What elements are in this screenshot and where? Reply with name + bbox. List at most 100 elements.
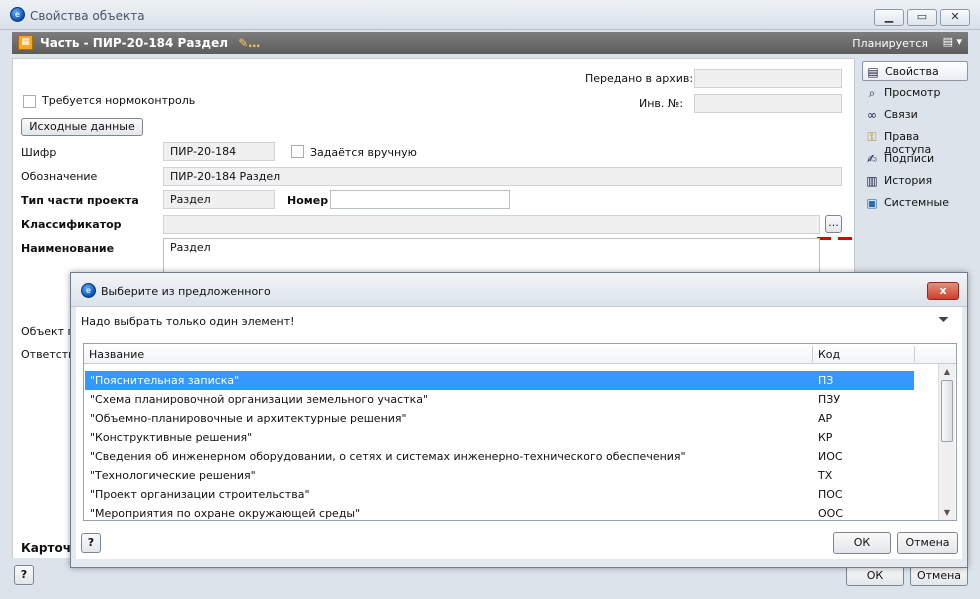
cipher-field[interactable]: ПИР-20-184 (163, 142, 275, 161)
minimize-button[interactable]: ▁ (874, 9, 904, 26)
inv-field[interactable] (694, 94, 842, 113)
table-row[interactable]: "Объемно-планировочные и архитектурные р… (85, 409, 914, 428)
responsible-label: Ответств (21, 348, 75, 361)
column-separator[interactable] (812, 346, 813, 362)
part-type-label: Тип части проекта (21, 194, 139, 207)
row-code: ПЗ (818, 374, 834, 387)
row-code: ИОС (818, 450, 843, 463)
object-status[interactable]: Планируется (852, 37, 928, 50)
archive-field[interactable] (694, 69, 842, 88)
row-code: АР (818, 412, 833, 425)
window-title: Свойства объекта (30, 9, 145, 23)
dialog-help-button[interactable]: ? (81, 533, 101, 553)
sidebar-item-label: Системные (884, 196, 949, 209)
table-row[interactable]: "Мероприятия по охране окружающей среды"… (85, 504, 914, 520)
row-name: "Технологические решения" (90, 469, 256, 482)
sidebar-item-label: Связи (884, 108, 918, 121)
scroll-down-icon[interactable]: ▼ (942, 508, 952, 518)
column-header-name[interactable]: Название (89, 348, 144, 361)
table-row[interactable]: "Конструктивные решения" КР (85, 428, 914, 447)
designation-field[interactable]: ПИР-20-184 Раздел (163, 167, 842, 186)
sidebar-item-history[interactable]: ▥ История (862, 171, 968, 191)
designation-label: Обозначение (21, 170, 98, 183)
scroll-thumb[interactable] (941, 380, 953, 442)
normcontrol-checkbox[interactable] (23, 95, 36, 108)
annotation-dash-right (838, 237, 852, 240)
ok-button[interactable]: ОК (846, 565, 904, 586)
window-close-button[interactable]: ✕ (940, 9, 970, 26)
cancel-button[interactable]: Отмена (910, 565, 968, 586)
column-separator[interactable] (914, 346, 915, 362)
row-name: "Мероприятия по охране окружающей среды" (90, 507, 361, 520)
number-field[interactable] (330, 190, 510, 209)
name-textarea[interactable]: Раздел (163, 238, 820, 274)
sidebar-item-links[interactable]: ∞ Связи (862, 105, 968, 125)
table-row[interactable]: "Проект организации строительства" ПОС (85, 485, 914, 504)
table-scrollbar[interactable]: ▲ ▼ (938, 364, 955, 520)
row-name: "Сведения об инженерном оборудовании, о … (90, 450, 686, 463)
classifier-label: Классификатор (21, 218, 122, 231)
row-name: "Пояснительная записка" (90, 374, 240, 387)
sidebar-item-properties[interactable]: ▤ Свойства (862, 61, 968, 81)
sidebar-item-label: Просмотр (884, 86, 941, 99)
key-icon: ⚿ (867, 130, 877, 144)
sidebar-item-signatures[interactable]: ✍ Подписи (862, 149, 968, 169)
part-type-field[interactable]: Раздел (163, 190, 275, 209)
dialog-close-button[interactable]: x (927, 282, 959, 300)
row-code: ПОС (818, 488, 843, 501)
system-icon: ▣ (866, 196, 878, 210)
row-name: "Схема планировочной организации земельн… (90, 393, 429, 406)
signature-icon: ✍ (866, 152, 878, 166)
inv-label: Инв. №: (639, 97, 684, 110)
number-label: Номер (287, 194, 329, 207)
options-table: Название Код "Пояснительная записка" ПЗ … (83, 343, 957, 521)
table-row[interactable]: "Сведения об инженерном оборудовании, о … (85, 447, 914, 466)
row-name: "Проект организации строительства" (90, 488, 310, 501)
object-header-bar: ▦ Часть - ПИР-20-184 Раздел ✎… Планирует… (12, 32, 968, 54)
sidebar-item-system[interactable]: ▣ Системные (862, 193, 968, 213)
select-dialog: e Выберите из предложенного x Надо выбра… (70, 272, 968, 568)
dialog-body: Надо выбрать только один элемент! ⏷ Назв… (76, 307, 962, 559)
window-titlebar: e Свойства объекта ▁ ▭ ✕ (0, 0, 980, 30)
object-title-text: Часть - ПИР-20-184 Раздел (40, 36, 229, 50)
dialog-title: Выберите из предложенного (101, 285, 271, 298)
row-code: КР (818, 431, 833, 444)
sidebar-item-label: Свойства (885, 65, 939, 78)
cipher-label: Шифр (21, 146, 57, 159)
archive-label: Передано в архив: (585, 72, 694, 85)
link-icon: ∞ (867, 108, 877, 122)
help-button[interactable]: ? (14, 565, 34, 585)
table-row[interactable]: "Схема планировочной организации земельн… (85, 390, 914, 409)
magnifier-icon: ⌕ (868, 86, 876, 100)
scroll-up-icon[interactable]: ▲ (942, 367, 952, 377)
sidebar-item-view[interactable]: ⌕ Просмотр (862, 83, 968, 103)
normcontrol-label: Требуется нормоконтроль (42, 94, 196, 107)
row-name: "Объемно-планировочные и архитектурные р… (90, 412, 407, 425)
dialog-cancel-button[interactable]: Отмена (897, 532, 958, 554)
row-code: ООС (818, 507, 843, 520)
sidebar-item-access[interactable]: ⚿ Права доступа (862, 127, 968, 156)
filter-icon[interactable]: ⏷ (938, 312, 949, 328)
maximize-button[interactable]: ▭ (907, 9, 937, 26)
dialog-message: Надо выбрать только один элемент! (81, 315, 295, 328)
manual-checkbox[interactable] (291, 145, 304, 158)
row-code: ТХ (818, 469, 833, 482)
dialog-ok-button[interactable]: ОК (833, 532, 891, 554)
history-icon: ▥ (866, 174, 878, 188)
column-header-code[interactable]: Код (818, 348, 840, 361)
table-row[interactable]: "Технологические решения" ТХ (85, 466, 914, 485)
object-menu-icon[interactable]: ▤ ▾ (943, 35, 962, 48)
tab-card[interactable]: Карточк (13, 538, 79, 558)
dialog-titlebar: e Выберите из предложенного x (71, 273, 967, 307)
project-part-icon: ▦ (18, 35, 33, 50)
row-name: "Конструктивные решения" (90, 431, 253, 444)
manual-label: Задаётся вручную (310, 146, 417, 159)
table-row[interactable]: "Пояснительная записка" ПЗ (85, 371, 914, 390)
app-icon: e (10, 7, 25, 22)
classifier-field[interactable] (163, 215, 820, 234)
edit-pencil-icon[interactable]: ✎… (238, 36, 260, 50)
classifier-browse-button[interactable]: ... (825, 215, 842, 233)
row-code: ПЗУ (818, 393, 841, 406)
name-label: Наименование (21, 242, 115, 255)
source-data-button[interactable]: Исходные данные (21, 118, 143, 136)
